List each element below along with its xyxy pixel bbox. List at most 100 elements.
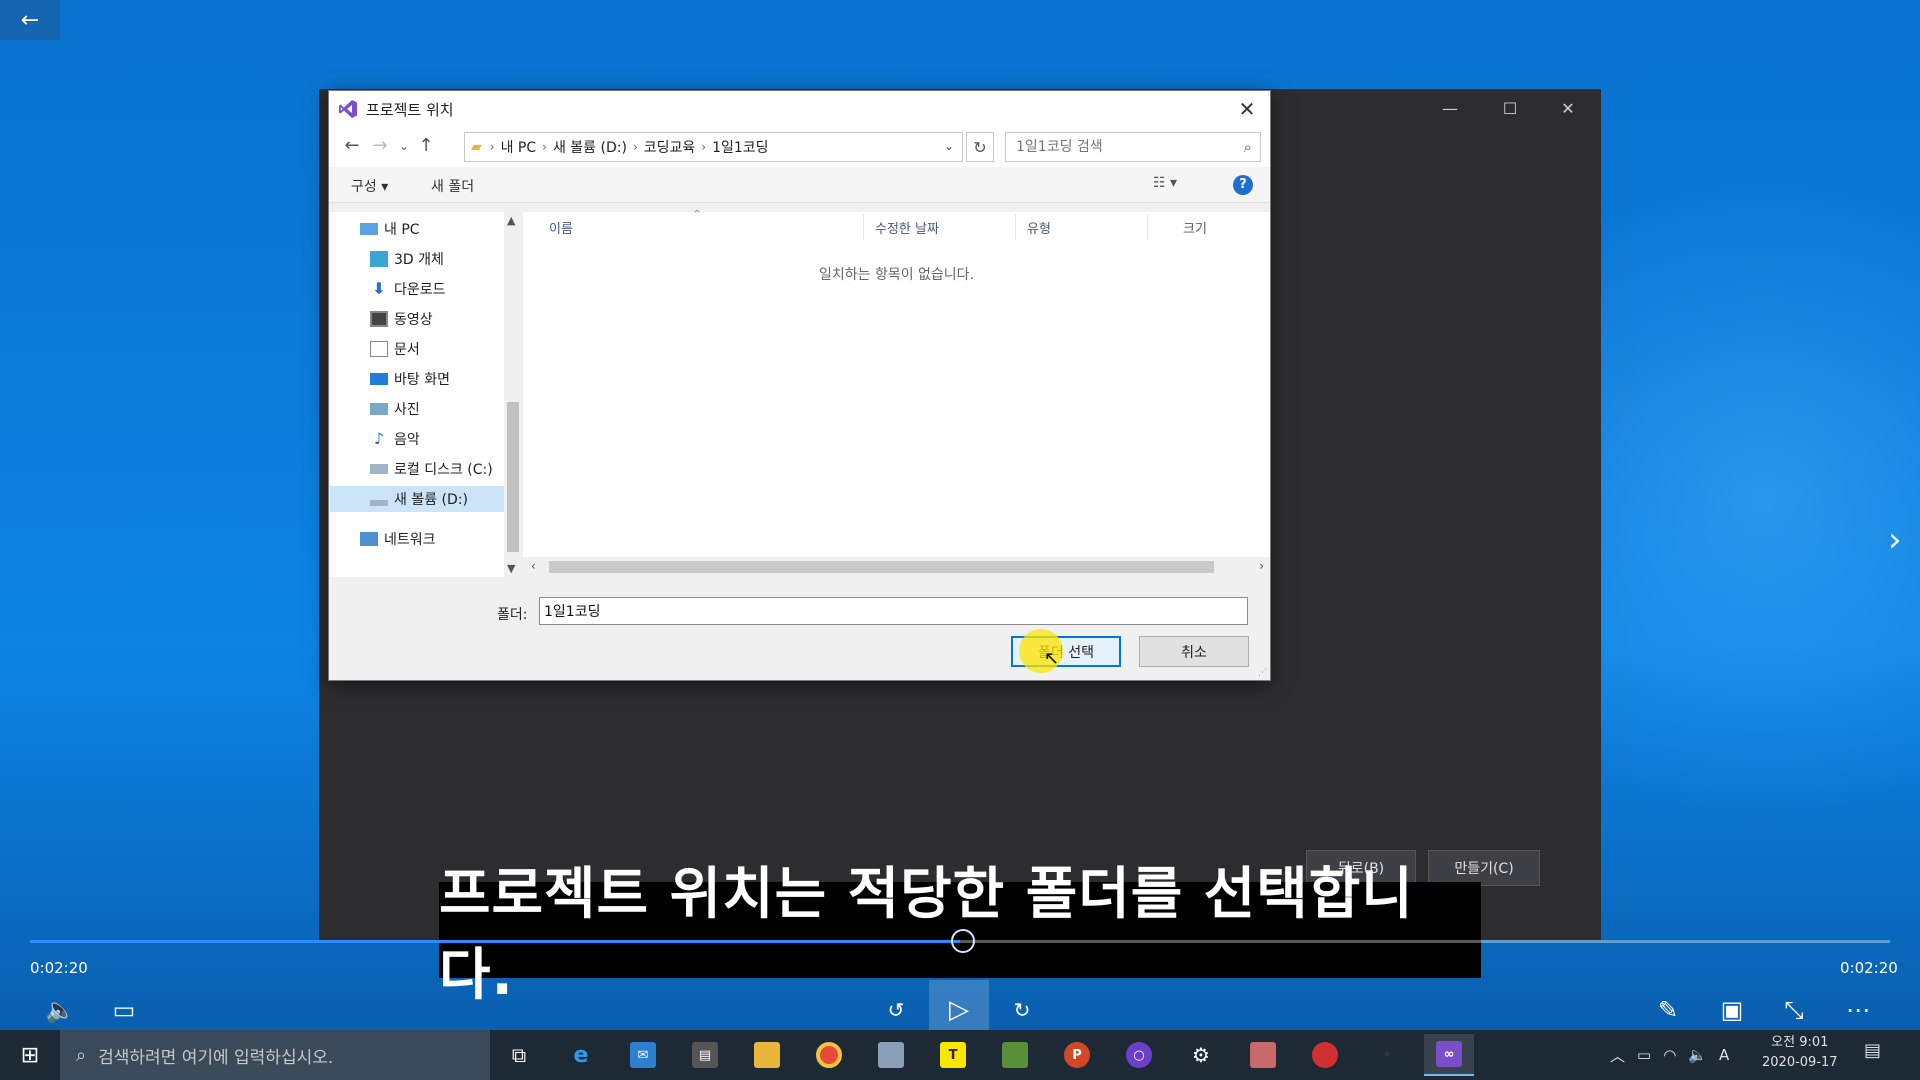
app-icon[interactable]: ○: [1114, 1034, 1164, 1076]
tree-item-downloads[interactable]: ⬇ 다운로드: [370, 276, 446, 302]
back-arrow-button[interactable]: ←: [0, 0, 60, 40]
battery-icon[interactable]: ▭: [1637, 1046, 1651, 1064]
tree-item-local-disk-c[interactable]: 로컬 디스크 (C:): [370, 456, 493, 482]
chrome-icon[interactable]: [804, 1034, 854, 1076]
dialog-title-bar: 프로젝트 위치 ✕: [329, 91, 1270, 127]
scroll-up-icon[interactable]: ▲: [507, 214, 515, 227]
navigation-row: ← → ⌄ ↑ ▰ › 내 PC › 새 볼륨 (D:) › 코딩교육 › 1일…: [329, 127, 1270, 167]
tree-label: 음악: [394, 432, 420, 448]
file-explorer-icon[interactable]: [742, 1034, 792, 1076]
view-options-button[interactable]: ☷ ▾: [1153, 175, 1177, 191]
search-input[interactable]: [1006, 133, 1216, 161]
close-icon[interactable]: ✕: [1553, 99, 1583, 118]
tree-label: 다운로드: [394, 282, 446, 298]
tree-label: 문서: [394, 342, 420, 358]
tree-label: 네트워크: [384, 532, 436, 548]
forward-icon[interactable]: →: [367, 135, 393, 156]
edge-icon[interactable]: e: [556, 1034, 606, 1076]
desktop-icon: [370, 373, 388, 385]
tree-item-desktop[interactable]: 바탕 화면: [370, 366, 450, 392]
kakaotalk-icon[interactable]: T: [928, 1034, 978, 1076]
tree-item-3d-objects[interactable]: 3D 개체: [370, 246, 444, 272]
pen-icon[interactable]: ✎: [1646, 988, 1690, 1032]
resize-grip-icon[interactable]: ⋰: [1258, 668, 1267, 678]
folder-name-input[interactable]: [539, 597, 1248, 625]
up-icon[interactable]: ↑: [413, 135, 439, 156]
notification-center-icon[interactable]: ▤: [1864, 1040, 1881, 1061]
scroll-thumb[interactable]: [549, 561, 1214, 573]
recorder-icon[interactable]: [1300, 1034, 1350, 1076]
volume-icon[interactable]: 🔈: [38, 988, 82, 1032]
task-view-icon[interactable]: ⧉: [494, 1034, 544, 1076]
tree-item-my-pc[interactable]: 내 PC: [360, 216, 420, 242]
app-icon[interactable]: [866, 1034, 916, 1076]
3d-objects-icon: [370, 251, 388, 267]
exit-fullscreen-icon[interactable]: ⤡: [1772, 988, 1816, 1032]
mail-icon[interactable]: ✉: [618, 1034, 668, 1076]
tree-item-new-volume-d[interactable]: 새 볼륨 (D:): [330, 486, 504, 512]
search-field[interactable]: ⌕: [1005, 132, 1261, 162]
horizontal-scrollbar[interactable]: ‹ ›: [523, 557, 1270, 577]
visual-studio-taskbar-icon[interactable]: ∞: [1424, 1034, 1474, 1076]
taskbar-clock[interactable]: 오전 9:01 2020-09-17: [1762, 1033, 1838, 1073]
app-icon[interactable]: [1238, 1034, 1288, 1076]
help-icon[interactable]: ?: [1233, 175, 1253, 195]
chevron-up-icon[interactable]: ︿: [1610, 1045, 1625, 1066]
scroll-left-icon[interactable]: ‹: [531, 559, 536, 573]
column-header-type[interactable]: 유형: [1027, 218, 1051, 237]
dialog-toolbar: 구성 ▾ 새 폴더 ☷ ▾ ?: [329, 167, 1270, 203]
app-icon[interactable]: [990, 1034, 1040, 1076]
progress-thumb[interactable]: [951, 929, 975, 953]
breadcrumb-item[interactable]: 새 볼륨 (D:): [553, 137, 627, 157]
breadcrumb-item[interactable]: 코딩교육: [644, 137, 696, 157]
empty-list-message: 일치하는 항목이 없습니다.: [818, 267, 975, 283]
search-icon[interactable]: ⌕: [1244, 138, 1252, 156]
wifi-icon[interactable]: ◠: [1663, 1046, 1676, 1064]
dialog-close-icon[interactable]: ✕: [1232, 95, 1262, 123]
next-chevron-icon[interactable]: ›: [1888, 520, 1902, 560]
new-folder-button[interactable]: 새 폴더: [431, 176, 474, 196]
breadcrumb-item[interactable]: 1일1코딩: [712, 137, 768, 157]
column-header-date[interactable]: 수정한 날짜: [875, 218, 939, 237]
scroll-right-icon[interactable]: ›: [1259, 559, 1264, 573]
rewind-10-icon[interactable]: ↺: [874, 988, 918, 1032]
scroll-down-icon[interactable]: ▼: [507, 562, 515, 575]
address-dropdown-icon[interactable]: ⌄: [944, 139, 954, 153]
tree-item-documents[interactable]: 문서: [370, 336, 420, 362]
refresh-icon[interactable]: ↻: [966, 132, 994, 162]
minimize-icon[interactable]: —: [1435, 99, 1465, 118]
scroll-thumb[interactable]: [507, 402, 519, 552]
back-icon[interactable]: ←: [339, 135, 365, 156]
address-bar[interactable]: ▰ › 내 PC › 새 볼륨 (D:) › 코딩교육 › 1일1코딩 ⌄: [464, 132, 963, 162]
column-header-name[interactable]: 이름: [549, 218, 573, 237]
tree-item-pictures[interactable]: 사진: [370, 396, 420, 422]
powerpoint-icon[interactable]: P: [1052, 1034, 1102, 1076]
navigation-scrollbar[interactable]: ▲ ▼: [504, 212, 522, 577]
breadcrumb-item[interactable]: 내 PC: [501, 137, 537, 157]
file-list-pane: ^ 이름 수정한 날짜 유형 크기 일치하는 항목이 없습니다. ‹ ›: [523, 209, 1270, 577]
tree-item-music[interactable]: ♪ 음악: [370, 426, 420, 452]
taskbar-search-box[interactable]: ⌕ 검색하려면 여기에 입력하십시오.: [60, 1030, 490, 1080]
cancel-button[interactable]: 취소: [1139, 636, 1249, 667]
organize-menu[interactable]: 구성 ▾: [351, 176, 388, 196]
input-method-indicator[interactable]: A: [1719, 1046, 1729, 1064]
settings-icon[interactable]: ⚙: [1176, 1034, 1226, 1076]
maximize-icon[interactable]: ☐: [1495, 99, 1525, 118]
tree-item-network[interactable]: 네트워크: [360, 526, 436, 552]
dialog-title: 프로젝트 위치: [366, 100, 454, 119]
forward-30-icon[interactable]: ↻: [1000, 988, 1044, 1032]
picture-icon: [370, 403, 388, 415]
tree-item-videos[interactable]: 동영상: [370, 306, 433, 332]
column-header-size[interactable]: 크기: [1183, 218, 1207, 237]
speaker-icon[interactable]: 🔈: [1688, 1046, 1707, 1064]
windows-start-icon[interactable]: ⊞: [0, 1030, 60, 1080]
mouse-cursor-icon: ↖: [1044, 648, 1060, 669]
captions-icon[interactable]: ▭: [102, 988, 146, 1032]
store-icon[interactable]: ▤: [680, 1034, 730, 1076]
system-tray: ︿ ▭ ◠ 🔈 A: [1610, 1030, 1741, 1080]
tree-label: 사진: [394, 402, 420, 418]
more-options-icon[interactable]: ⋯: [1836, 988, 1880, 1032]
download-icon: ⬇: [372, 279, 386, 298]
app-icon[interactable]: ✦: [1362, 1034, 1412, 1076]
mini-view-icon[interactable]: ▣: [1710, 988, 1754, 1032]
